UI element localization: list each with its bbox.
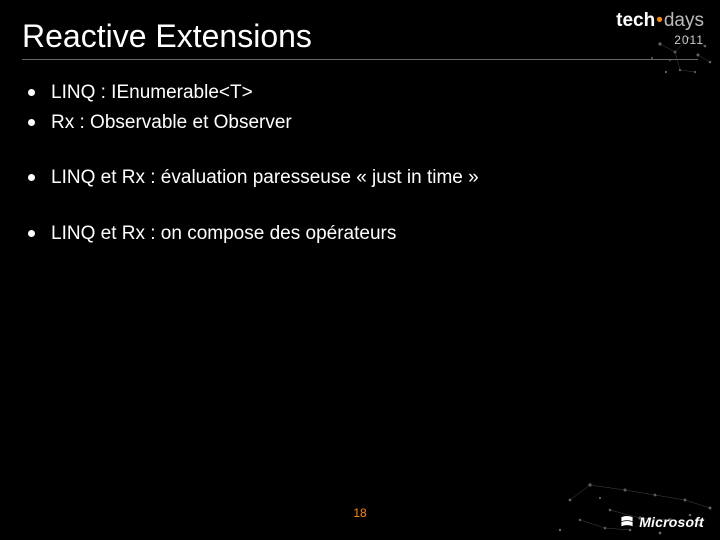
slide-title: Reactive Extensions xyxy=(22,18,698,55)
bullet-text: LINQ : IEnumerable<T> xyxy=(51,80,253,106)
bullet-icon xyxy=(28,230,35,237)
bullet-group: LINQ : IEnumerable<T> Rx : Observable et… xyxy=(28,80,698,135)
list-item: LINQ : IEnumerable<T> xyxy=(28,80,698,106)
event-suffix: days xyxy=(664,10,704,31)
microsoft-wordmark: Microsoft xyxy=(639,514,704,530)
bullet-text: Rx : Observable et Observer xyxy=(51,110,292,136)
event-prefix: tech xyxy=(616,10,655,31)
title-divider xyxy=(22,59,698,60)
bullet-text: LINQ et Rx : évaluation paresseuse « jus… xyxy=(51,165,479,191)
bullet-group: LINQ et Rx : évaluation paresseuse « jus… xyxy=(28,165,698,191)
event-year: 2011 xyxy=(616,33,704,47)
slide-content: LINQ : IEnumerable<T> Rx : Observable et… xyxy=(28,80,698,247)
slide: tech•days 2011 Reactive Extensions LINQ … xyxy=(0,0,720,540)
page-number: 18 xyxy=(353,506,366,520)
bullet-icon xyxy=(28,89,35,96)
bullet-icon xyxy=(28,119,35,126)
bullet-text: LINQ et Rx : on compose des opérateurs xyxy=(51,221,396,247)
bullet-group: LINQ et Rx : on compose des opérateurs xyxy=(28,221,698,247)
event-name: tech•days xyxy=(616,10,704,32)
footer-branding: Microsoft xyxy=(620,514,704,530)
list-item: Rx : Observable et Observer xyxy=(28,110,698,136)
list-item: LINQ et Rx : évaluation paresseuse « jus… xyxy=(28,165,698,191)
bullet-icon xyxy=(28,174,35,181)
event-branding: tech•days 2011 xyxy=(616,10,704,47)
microsoft-flag-icon xyxy=(620,515,634,529)
list-item: LINQ et Rx : on compose des opérateurs xyxy=(28,221,698,247)
dot-separator: • xyxy=(655,10,664,31)
